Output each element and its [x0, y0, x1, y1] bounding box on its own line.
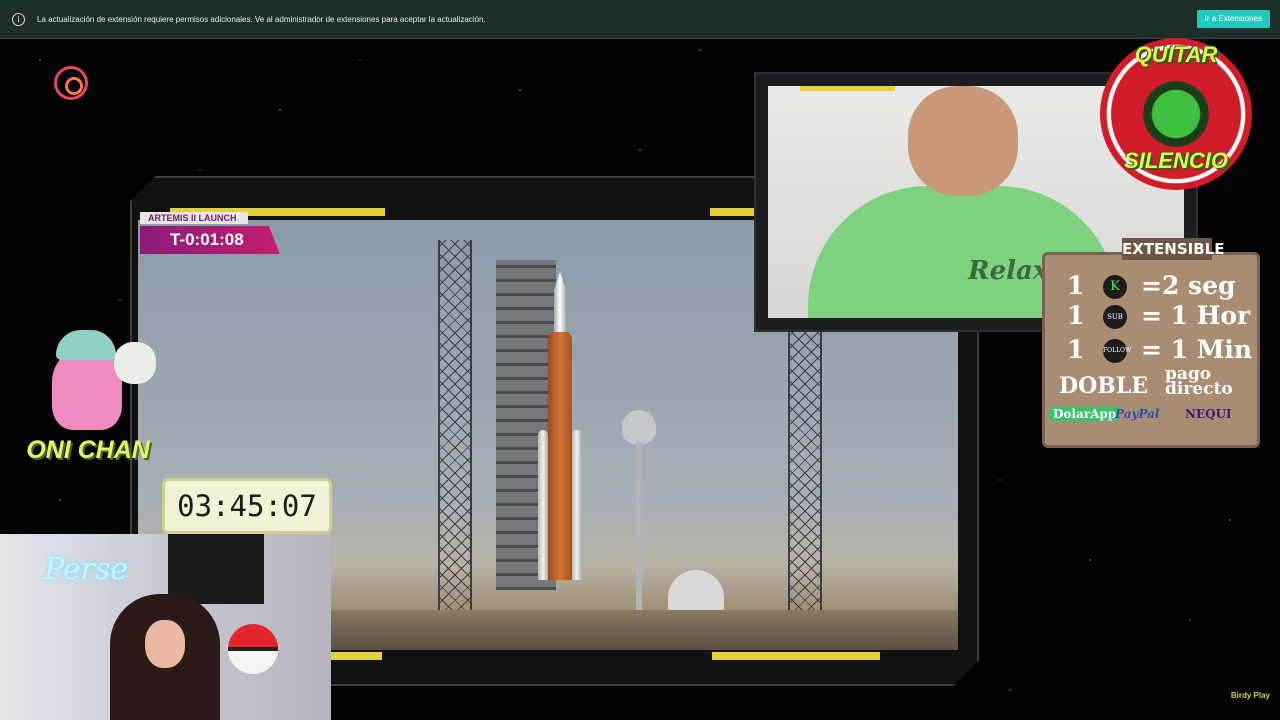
- subscriber-icon: SUB: [1103, 305, 1127, 329]
- stream-timer: 03:45:07: [162, 478, 332, 534]
- person-head: [908, 86, 1018, 196]
- rocket-booster: [538, 430, 548, 580]
- rocket-booster: [572, 430, 582, 580]
- pacman-poster: [168, 534, 264, 604]
- avatar-hair: [52, 350, 122, 430]
- row-qty: 1: [1067, 335, 1085, 364]
- unmute-badge: QUITAR SILENCIO: [1100, 38, 1252, 190]
- kick-icon: K: [1103, 275, 1127, 299]
- launch-label: ARTEMIS II LAUNCH: [140, 212, 248, 224]
- oni-chan-avatar: ONI CHAN: [16, 330, 160, 474]
- cohost-face: [145, 620, 185, 668]
- frame-accent-bar: [330, 652, 382, 660]
- badge-line1: QUITAR: [1134, 42, 1218, 67]
- row-qty: 1: [1067, 271, 1085, 300]
- rocket-core-stage: [548, 330, 572, 580]
- nequi-logo: NEQUI: [1185, 407, 1232, 421]
- skull-icon: [114, 342, 156, 384]
- avatar-hat: [56, 330, 116, 360]
- follow-icon: FOLLOW: [1103, 339, 1131, 363]
- launch-countdown: T-0:01:08: [140, 226, 280, 254]
- launch-countdown-overlay: ARTEMIS II LAUNCH T-0:01:08: [140, 212, 280, 256]
- water-tower: [622, 410, 656, 612]
- pokeball-icon: [228, 624, 278, 674]
- extensible-panel: 1 K =2 seg 1 SUB = 1 Hor 1 FOLLOW = 1 Mi…: [1042, 252, 1260, 448]
- go-to-extensions-button[interactable]: Ir a Extensiones: [1196, 10, 1270, 28]
- row-qty: 1: [1067, 301, 1085, 330]
- extensible-title: EXTENSIBLE: [1122, 238, 1225, 260]
- badge-line2: SILENCIO: [1124, 148, 1228, 173]
- corner-logo: Birdy Play: [1230, 691, 1270, 700]
- avatar-label: ONI CHAN: [26, 436, 150, 464]
- channel-logo-icon: [54, 66, 88, 100]
- cohost-webcam: Perse: [0, 534, 331, 720]
- dolarapp-logo: DolarApp: [1049, 407, 1121, 421]
- webcam-accent-bar: [800, 86, 895, 91]
- lightning-tower: [788, 290, 822, 610]
- row-value: =2 seg: [1141, 271, 1236, 300]
- pago-directo-label: pago directo: [1165, 364, 1233, 399]
- row-value: = 1 Hor: [1141, 301, 1251, 330]
- frame-accent-bar: [712, 652, 880, 660]
- info-icon: i: [12, 12, 25, 26]
- row-value: = 1 Min: [1141, 335, 1253, 364]
- doble-label: DOBLE: [1059, 373, 1149, 399]
- notification-message: La actualización de extensión requiere p…: [37, 14, 486, 24]
- paypal-logo: PayPal: [1115, 407, 1160, 421]
- frame-accent-bar: [710, 208, 760, 216]
- dome-building: [668, 570, 724, 610]
- extension-update-bar: i La actualización de extensión requiere…: [0, 0, 1280, 39]
- neon-sign: Perse: [44, 552, 129, 587]
- lightning-tower: [438, 240, 472, 610]
